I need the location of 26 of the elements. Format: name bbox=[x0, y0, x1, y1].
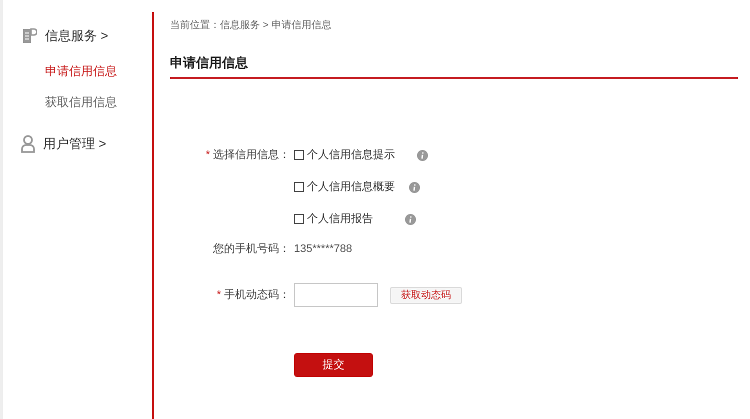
checkbox-label[interactable]: 个人信用报告 bbox=[307, 210, 403, 228]
checkbox[interactable] bbox=[294, 150, 304, 160]
required-mark: * bbox=[216, 288, 221, 303]
required-mark: * bbox=[206, 148, 210, 163]
document-icon bbox=[21, 28, 37, 44]
sidebar-item[interactable]: 申请信用信息 bbox=[45, 62, 152, 81]
info-icon[interactable] bbox=[417, 150, 428, 160]
checkbox-label[interactable]: 个人信用信息概要 bbox=[307, 178, 403, 196]
phone-number: 135*****788 bbox=[294, 242, 352, 257]
user-icon bbox=[21, 135, 35, 153]
checkbox[interactable] bbox=[294, 182, 304, 192]
info-icon[interactable] bbox=[409, 182, 420, 192]
sidebar-group-title[interactable]: 信息服务 > bbox=[45, 26, 108, 46]
page-title: 申请信用信息 bbox=[170, 55, 248, 70]
sidebar-group-title[interactable]: 用户管理 > bbox=[43, 134, 106, 154]
sidebar-item[interactable]: 获取信用信息 bbox=[45, 93, 152, 112]
info-icon[interactable] bbox=[405, 214, 416, 224]
checkbox[interactable] bbox=[294, 214, 304, 224]
field-label: 您的手机号码： bbox=[213, 242, 290, 257]
field-label: 选择信用信息： bbox=[213, 148, 290, 163]
code-input[interactable] bbox=[294, 283, 378, 307]
breadcrumb: 当前位置：信息服务 > 申请信用信息 bbox=[170, 18, 332, 33]
submit-button[interactable]: 提交 bbox=[294, 353, 373, 377]
checkbox-label[interactable]: 个人信用信息提示 bbox=[307, 146, 403, 164]
field-label: 手机动态码： bbox=[224, 288, 290, 303]
get-code-button[interactable]: 获取动态码 bbox=[390, 286, 462, 304]
